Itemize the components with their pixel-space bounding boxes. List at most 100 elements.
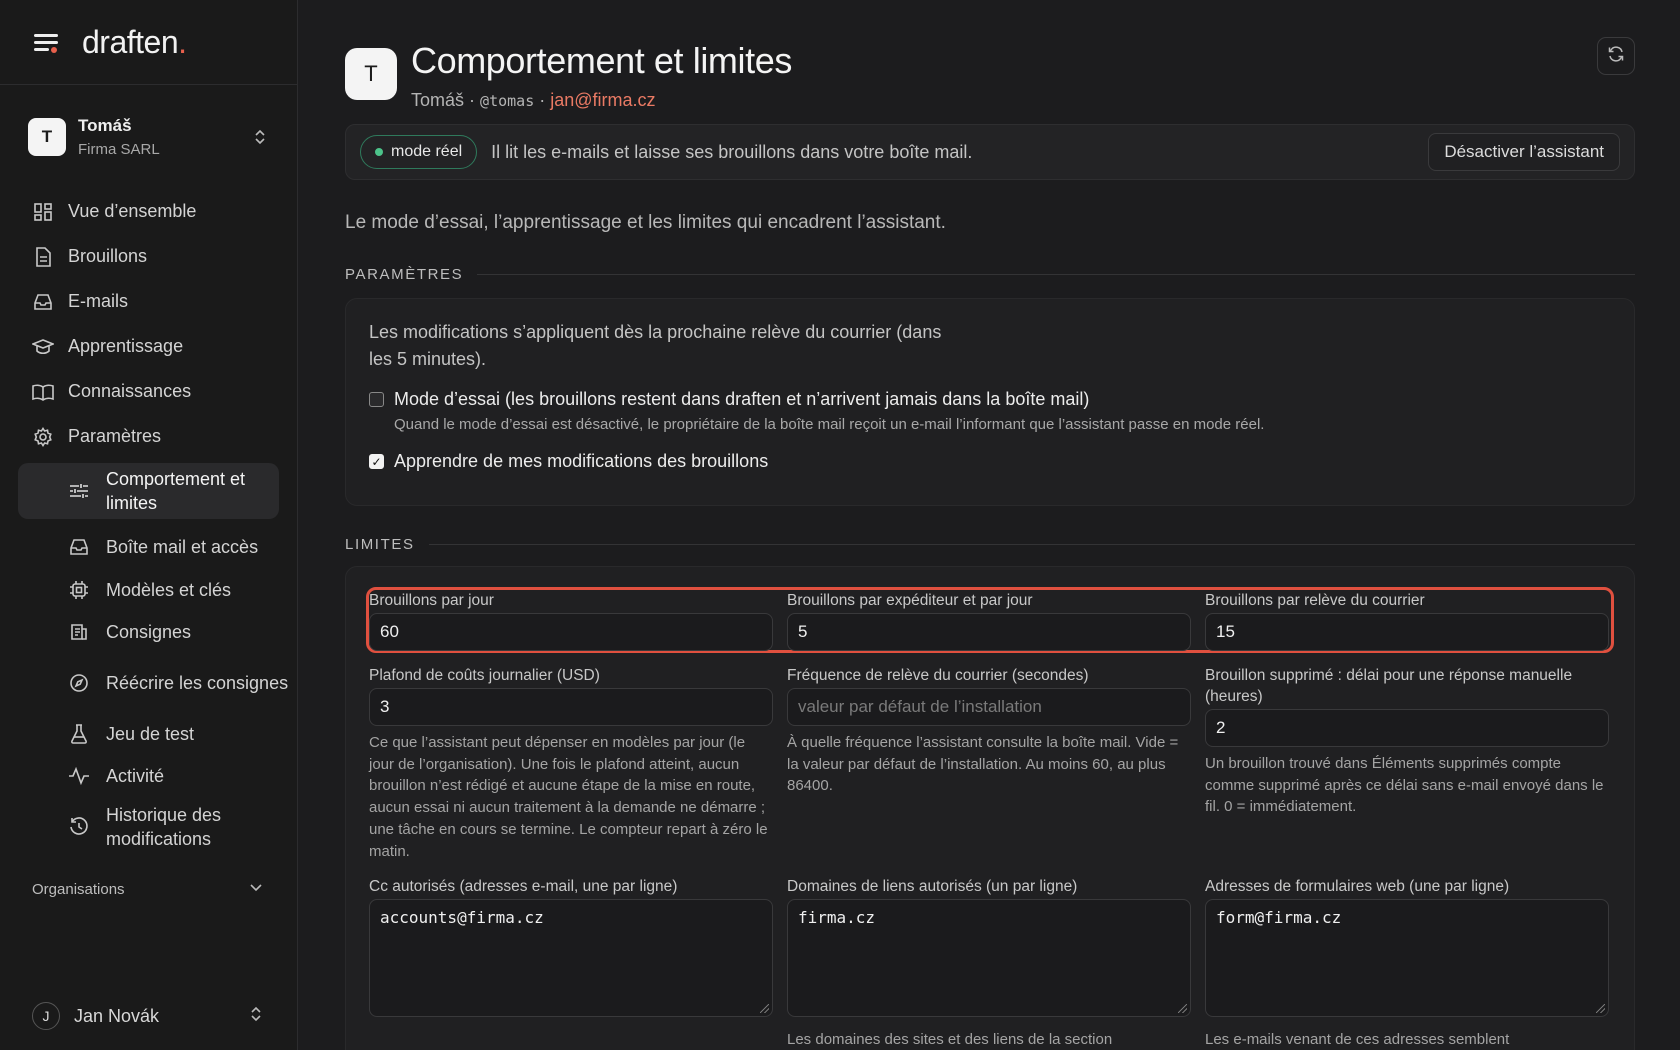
- organisations-label: Organisations: [32, 880, 125, 898]
- sidebar-item-label: Brouillons: [68, 246, 148, 266]
- trial-mode-option: Mode d’essai (les brouillons restent dan…: [369, 389, 1611, 433]
- page-subtitle: Tomáš · @tomas · jan@firma.cz: [411, 90, 792, 111]
- field-label: Domaines de liens autorisés (un par lign…: [787, 878, 1078, 895]
- brand-row: draften.: [0, 0, 297, 85]
- owner-name: Tomáš: [411, 90, 465, 110]
- deleted-draft-delay-field: Brouillon supprimé : délai pour une répo…: [1205, 665, 1609, 818]
- resize-handle[interactable]: [1596, 1004, 1605, 1013]
- drafts-per-fetch-field: Brouillons par relève du courrier 15: [1205, 590, 1609, 651]
- sidebar-item-learning[interactable]: Apprentissage: [0, 324, 297, 369]
- chevron-down-icon: [249, 880, 263, 898]
- sidebar-item-emails[interactable]: E-mails: [0, 279, 297, 324]
- resize-handle[interactable]: [760, 1004, 769, 1013]
- sidebar-subitem-activity[interactable]: Activité: [0, 755, 297, 797]
- fetch-frequency-input[interactable]: valeur par défaut de l’installation: [787, 688, 1191, 726]
- section-title: LIMITES: [345, 536, 415, 553]
- deactivate-assistant-button[interactable]: Désactiver l’assistant: [1428, 133, 1620, 171]
- chevron-updown-icon: [251, 128, 269, 147]
- web-form-addresses-textarea[interactable]: form@firma.cz: [1205, 899, 1609, 1017]
- limits-section-heading: LIMITES: [345, 536, 1635, 553]
- allowed-link-domains-textarea[interactable]: firma.cz: [787, 899, 1191, 1017]
- owner-email-link[interactable]: jan@firma.cz: [550, 90, 655, 110]
- sidebar-item-drafts[interactable]: Brouillons: [0, 234, 297, 279]
- drafts-per-sender-field: Brouillons par expéditeur et par jour 5: [787, 590, 1191, 651]
- sidebar-item-label: Boîte mail et accès: [106, 537, 259, 557]
- sidebar-item-label: Vue d’ensemble: [68, 201, 197, 221]
- sidebar-subitem-instructions[interactable]: Consignes: [0, 611, 297, 653]
- mailbox-avatar: T: [345, 48, 397, 100]
- graduation-cap-icon: [32, 336, 54, 358]
- sidebar-subitem-behaviour-limits[interactable]: Comportement et limites: [18, 463, 279, 519]
- drafts-per-sender-input[interactable]: 5: [787, 613, 1191, 651]
- settings-note: Les modifications s’appliquent dès la pr…: [369, 322, 942, 369]
- allowed-cc-field: Cc autorisés (adresses e-mail, une par l…: [369, 876, 773, 1017]
- drafts-per-day-input[interactable]: 60: [369, 613, 773, 651]
- sidebar-item-label: Apprentissage: [68, 336, 184, 356]
- trial-mode-checkbox[interactable]: [369, 392, 384, 407]
- document-icon: [32, 246, 54, 268]
- sidebar-item-label: Consignes: [106, 622, 192, 642]
- learn-checkbox[interactable]: ✓: [369, 454, 384, 469]
- field-label: Plafond de coûts journalier (USD): [369, 667, 600, 684]
- sidebar-subitem-models-keys[interactable]: Modèles et clés: [0, 569, 297, 611]
- field-help: Ce que l’assistant peut dépenser en modè…: [369, 734, 768, 860]
- sidebar-item-settings[interactable]: Paramètres: [0, 414, 297, 459]
- status-text: Il lit les e-mails et laisse ses brouill…: [491, 141, 973, 162]
- app-logo[interactable]: draften.: [82, 24, 187, 61]
- sidebar-subitem-rewrite-instructions[interactable]: Réécrire les consignes: [0, 653, 297, 713]
- drafts-per-fetch-input[interactable]: 15: [1205, 613, 1609, 651]
- inbox-icon: [68, 536, 90, 558]
- gear-icon: [32, 426, 54, 448]
- sidebar-subitem-test-set[interactable]: Jeu de test: [0, 713, 297, 755]
- page-header: T Comportement et limites Tomáš · @tomas…: [345, 40, 792, 111]
- textarea-value: form@firma.cz: [1216, 908, 1342, 927]
- fetch-frequency-field: Fréquence de relève du courrier (seconde…: [787, 665, 1191, 797]
- field-label: Brouillons par relève du courrier: [1205, 592, 1425, 609]
- allowed-link-domains-field: Domaines de liens autorisés (un par lign…: [787, 876, 1191, 1050]
- separator: ·: [539, 90, 546, 110]
- learn-label[interactable]: Apprendre de mes modifications des broui…: [394, 451, 768, 472]
- chevron-updown-icon: [249, 1005, 263, 1028]
- allowed-cc-textarea[interactable]: accounts@firma.cz: [369, 899, 773, 1017]
- tenant-switcher[interactable]: T Tomáš Firma SARL: [0, 85, 297, 189]
- refresh-button[interactable]: [1597, 37, 1635, 75]
- user-name: Jan Novák: [74, 1005, 160, 1026]
- menu-icon[interactable]: [32, 28, 60, 56]
- compass-icon: [68, 672, 90, 694]
- field-label: Fréquence de relève du courrier (seconde…: [787, 667, 1089, 684]
- sidebar-item-label: Modèles et clés: [106, 580, 232, 600]
- refresh-icon: [1607, 45, 1625, 68]
- dashboard-icon: [32, 201, 54, 223]
- settings-card: Les modifications s’appliquent dès la pr…: [345, 298, 1635, 506]
- daily-cost-cap-field: Plafond de coûts journalier (USD) 3 Ce q…: [369, 665, 773, 862]
- status-badge-label: mode réel: [391, 143, 463, 160]
- sidebar-subitem-mailbox-access[interactable]: Boîte mail et accès: [0, 525, 297, 569]
- resize-handle[interactable]: [1178, 1004, 1187, 1013]
- textarea-value: firma.cz: [798, 908, 876, 927]
- organisations-toggle[interactable]: Organisations: [0, 869, 297, 909]
- sidebar-item-label: Historique des modifications: [106, 805, 222, 849]
- tenant-avatar: T: [28, 118, 66, 156]
- field-label: Cc autorisés (adresses e-mail, une par l…: [369, 878, 678, 895]
- sidebar: draften. T Tomáš Firma SARL Vue d’ensemb…: [0, 0, 298, 1050]
- drafts-per-day-field: Brouillons par jour 60: [369, 590, 773, 651]
- sidebar-item-overview[interactable]: Vue d’ensemble: [0, 189, 297, 234]
- deleted-draft-delay-input[interactable]: 2: [1205, 709, 1609, 747]
- page-title: Comportement et limites: [411, 40, 792, 81]
- sidebar-item-label: Jeu de test: [106, 724, 195, 744]
- tenant-name: Tomáš: [78, 116, 132, 135]
- activity-icon: [68, 765, 90, 787]
- book-icon: [32, 381, 54, 403]
- tenant-org: Firma SARL: [78, 141, 160, 158]
- separator: ·: [469, 90, 476, 110]
- trial-mode-label[interactable]: Mode d’essai (les brouillons restent dan…: [394, 389, 1264, 410]
- sidebar-item-label: E-mails: [68, 291, 129, 311]
- sidebar-item-knowledge[interactable]: Connaissances: [0, 369, 297, 414]
- daily-cost-cap-input[interactable]: 3: [369, 688, 773, 726]
- field-help: Les e-mails venant de ces adresses sembl…: [1205, 1031, 1510, 1048]
- inbox-icon: [32, 291, 54, 313]
- limits-card: Brouillons par jour 60 Brouillons par ex…: [345, 566, 1635, 1050]
- user-menu[interactable]: J Jan Novák: [32, 1002, 263, 1030]
- sidebar-subitem-change-history[interactable]: Historique des modifications: [0, 797, 297, 857]
- sidebar-item-label: Réécrire les consignes: [106, 673, 289, 693]
